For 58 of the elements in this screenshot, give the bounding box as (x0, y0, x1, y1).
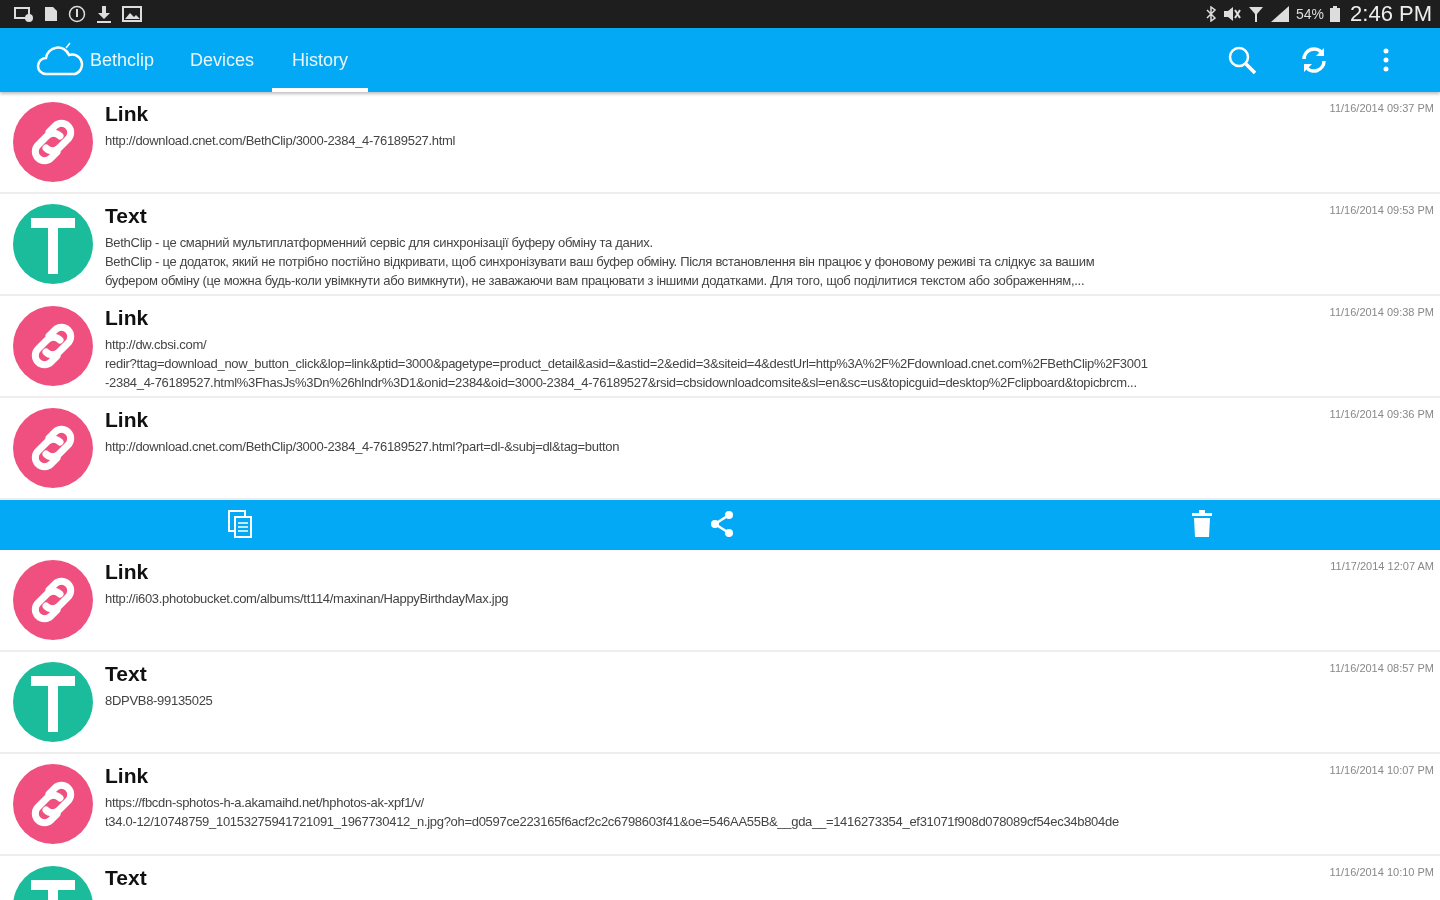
item-title: Link (105, 102, 149, 126)
item-date: 11/17/2014 12:07 AM (1330, 560, 1434, 572)
item-date: 11/16/2014 09:36 PM (1329, 408, 1434, 420)
download-icon (96, 5, 112, 23)
item-date: 11/16/2014 10:07 PM (1329, 764, 1434, 776)
item-content: http://dw.cbsi.com/ (105, 336, 208, 354)
app-title: Bethclip (90, 49, 155, 71)
item-content: t34.0-12/10748759_10153275941721091_1967730412_n.jpg?oh=d0597ce223165f6acf2c2c6798603f41&oe=546AA55B&__gda__=1416273354_ef31071f908d078089cf54ec34b804de (105, 813, 1120, 831)
trash-icon (1190, 510, 1213, 538)
letter-icon (13, 662, 93, 742)
share-icon (708, 510, 736, 538)
menu-icon (1382, 47, 1390, 73)
link-icon (13, 306, 93, 386)
cloud-icon (36, 42, 84, 78)
signal-icon (1270, 5, 1291, 23)
mute-icon (1222, 6, 1243, 22)
item-date: 11/16/2014 09:37 PM (1329, 102, 1434, 114)
item-content: BethClip - це смарний мультиплатформенний сервіс для синхронізації буферу обміну та даних. (105, 234, 654, 252)
search-icon (1226, 44, 1258, 76)
link-icon (13, 102, 93, 182)
screen-icon (14, 6, 34, 22)
history-item[interactable]: Link http://download.cnet.com/BethClip/3000-2384_4-76189527.html 11/16/2014 09:37 PM (0, 92, 1440, 194)
item-content: http://download.cnet.com/BethClip/3000-2384_4-76189527.html?part=dl-&subj=dl&tag=button (105, 438, 621, 456)
history-item[interactable]: Text 8DPVB8-99135025 11/16/2014 08:57 PM (0, 652, 1440, 754)
link-icon (13, 408, 93, 488)
item-title: Text (105, 866, 147, 890)
item-date: 11/16/2014 10:10 PM (1329, 866, 1434, 878)
history-item[interactable]: Link http://i603.photobucket.com/albums/tt114/maxinan/HappyBirthdayMax.jpg 11/17/2014 12:07 AM (0, 550, 1440, 652)
letter-icon (13, 204, 93, 284)
bluetooth-icon (1206, 6, 1217, 22)
image-icon (122, 6, 142, 22)
info-icon (68, 5, 86, 23)
link-icon (13, 764, 93, 844)
battery-percent: 54% (1296, 6, 1325, 22)
item-title: Link (105, 764, 149, 788)
item-title: Text (105, 204, 147, 228)
item-content: буфером обміну (це можна будь-коли увімкнути або вимкнути), не заважаючи вам працювати з іншими додатками. Для того, щоб поділитися текстом або зображенням,... (105, 272, 1086, 290)
item-content: -2384_4-76189527.html%3FhasJs%3Dn%26hlndr%3D1&onid=2384&oid=3000-2384_4-76189527&rsid=cbsidownloadcomsite&sl=en&sc=us&topicguid=desktop%2Fclipboard&topicbrcm... (105, 374, 1138, 392)
item-content: 8DPVB8-99135025 (105, 692, 214, 710)
item-content: BethClip - це додаток, який не потрібно постійно відкривати, щоб синхронізувати ваш буфер обміну. Після встановлення він працює у фоновому реживі та слідкує за вашим (105, 253, 1096, 271)
item-title: Text (105, 662, 147, 686)
battery-icon (1330, 6, 1341, 22)
copy-icon (227, 509, 254, 539)
refresh-icon (1299, 45, 1329, 75)
document-icon (44, 6, 58, 22)
history-item[interactable]: Text 11/16/2014 10:10 PM (0, 856, 1440, 900)
item-content: http://download.cnet.com/BethClip/3000-2384_4-76189527.html (105, 132, 457, 150)
clock-time: 2:46 PM (1350, 1, 1432, 27)
item-date: 11/16/2014 08:57 PM (1329, 662, 1434, 674)
link-icon (13, 560, 93, 640)
item-date: 11/16/2014 09:38 PM (1329, 306, 1434, 318)
item-date: 11/16/2014 09:53 PM (1329, 204, 1434, 216)
item-content: redir?ttag=download_now_button_click&lop=link&ptid=3000&pagetype=product_detail&asid=&astid=2&edid=3&siteid=4&destUrl=http%3A%2F%2Fdownload.cnet.com%2FBethClip%2F3001 (105, 355, 1149, 373)
item-content: https://fbcdn-sphotos-h-a.akamaihd.net/hphotos-ak-xpf1/v/ (105, 794, 425, 812)
item-content: http://i603.photobucket.com/albums/tt114/maxinan/HappyBirthdayMax.jpg (105, 590, 510, 608)
item-title: Link (105, 306, 149, 330)
item-title: Link (105, 408, 149, 432)
item-title: Link (105, 560, 149, 584)
